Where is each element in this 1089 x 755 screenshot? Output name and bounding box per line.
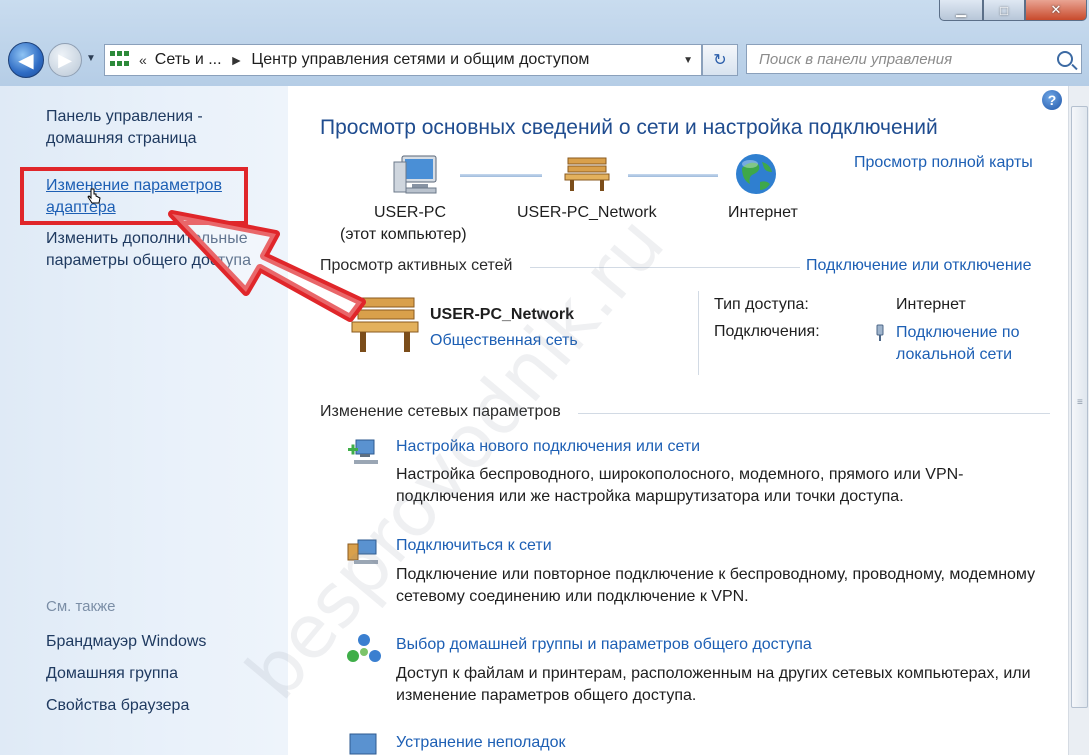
refresh-icon: ↻ [713,52,727,69]
map-connector [460,174,542,177]
grip-icon: ≡ [1077,397,1083,408]
minimize-icon: ▁ [956,2,966,17]
see-also-heading: См. также [46,598,116,615]
connect-network-icon [347,539,378,564]
section-divider [530,267,800,268]
control-panel-icon [109,50,131,70]
network-type-link[interactable]: Общественная сеть [430,332,578,350]
task-connect-network-desc: Подключение или повторное подключение к … [396,566,1036,605]
active-network-name: USER-PC_Network [430,306,575,323]
task-homegroup-link[interactable]: Выбор домашней группы и параметров общег… [396,636,812,654]
change-settings-heading: Изменение сетевых параметров [320,403,561,420]
full-map-link[interactable]: Просмотр полной карты [854,154,1033,172]
page-title: Просмотр основных сведений о сети и наст… [320,116,938,139]
hand-cursor-icon [87,188,101,204]
see-also-firewall-link[interactable]: Брандмауэр Windows [46,631,276,653]
connect-disconnect-link[interactable]: Подключение или отключение [806,257,1032,275]
breadcrumb-network[interactable]: Сеть и ... [155,51,222,69]
section-divider [578,413,1050,414]
forward-button[interactable]: ▶ [48,43,82,77]
node-computer-label: USER-PC [374,204,447,221]
back-button[interactable]: ◀ [8,42,44,78]
breadcrumb-separator[interactable]: ► [230,52,244,68]
arrow-right-icon: ▶ [58,49,72,70]
sidebar-home-link[interactable]: Панель управления - домашняя страница [46,106,276,150]
see-also-browser-props-link[interactable]: Свойства браузера [46,695,276,717]
search-input[interactable] [757,49,1051,69]
address-bar[interactable]: « Сеть и ... ► Центр управления сетями и… [104,44,702,76]
task-connect-network-link[interactable]: Подключиться к сети [396,537,552,555]
map-connector [628,174,718,177]
address-dropdown-icon[interactable]: ▼ [683,55,693,66]
sidebar: Панель управления - домашняя страница Из… [0,86,288,755]
history-dropdown-icon[interactable]: ▼ [86,53,96,64]
node-network-label: USER-PC_Network [517,204,657,221]
close-icon: ✕ [1050,2,1062,17]
access-type-label: Тип доступа: [714,296,809,313]
access-type-value: Интернет [896,296,966,313]
connections-label: Подключения: [714,323,820,340]
annotation-arrow-icon [168,210,366,322]
vertical-scrollbar[interactable]: ≡ [1068,86,1089,755]
search-box [746,44,1082,74]
globe-icon [736,154,776,194]
maximize-button[interactable]: □ [983,0,1025,21]
breadcrumb-overflow[interactable]: « [139,52,147,68]
node-internet-label: Интернет [728,204,798,221]
computer-icon [393,155,437,194]
troubleshoot-icon [349,733,377,755]
see-also-homegroup-link[interactable]: Домашняя группа [46,663,276,685]
control-panel-window: ▁ □ ✕ ◀ ▶ ▼ « Сеть и ... ► Центр управле… [0,0,1089,755]
search-icon[interactable] [1057,51,1073,67]
breadcrumb-network-center[interactable]: Центр управления сетями и общим доступом [251,51,589,69]
main-panel: Просмотр основных сведений о сети и наст… [288,86,1068,755]
help-icon: ? [1047,92,1057,108]
help-button[interactable]: ? [1042,90,1062,110]
window-chrome: ▁ □ ✕ ◀ ▶ ▼ « Сеть и ... ► Центр управле… [0,0,1089,86]
task-troubleshoot-link[interactable]: Устранение неполадок [396,734,565,752]
new-connection-icon [348,439,378,464]
bench-icon [564,157,610,191]
caption-buttons: ▁ □ ✕ [939,0,1087,21]
task-new-connection-desc: Настройка беспроводного, широкополосного… [396,466,964,505]
homegroup-icon [347,634,381,662]
arrow-left-icon: ◀ [18,49,34,72]
refresh-button[interactable]: ↻ [702,44,738,76]
vertical-divider [698,291,699,375]
task-homegroup-desc: Доступ к файлам и принтерам, расположенн… [396,665,1031,704]
scrollbar-thumb[interactable]: ≡ [1071,106,1088,708]
maximize-icon: □ [1000,2,1008,18]
minimize-button[interactable]: ▁ [939,0,983,21]
close-button[interactable]: ✕ [1025,0,1087,21]
local-connection-link[interactable]: Подключение по локальной сети [896,322,1046,366]
ethernet-icon [876,324,884,341]
task-new-connection-link[interactable]: Настройка нового подключения или сети [396,438,700,456]
